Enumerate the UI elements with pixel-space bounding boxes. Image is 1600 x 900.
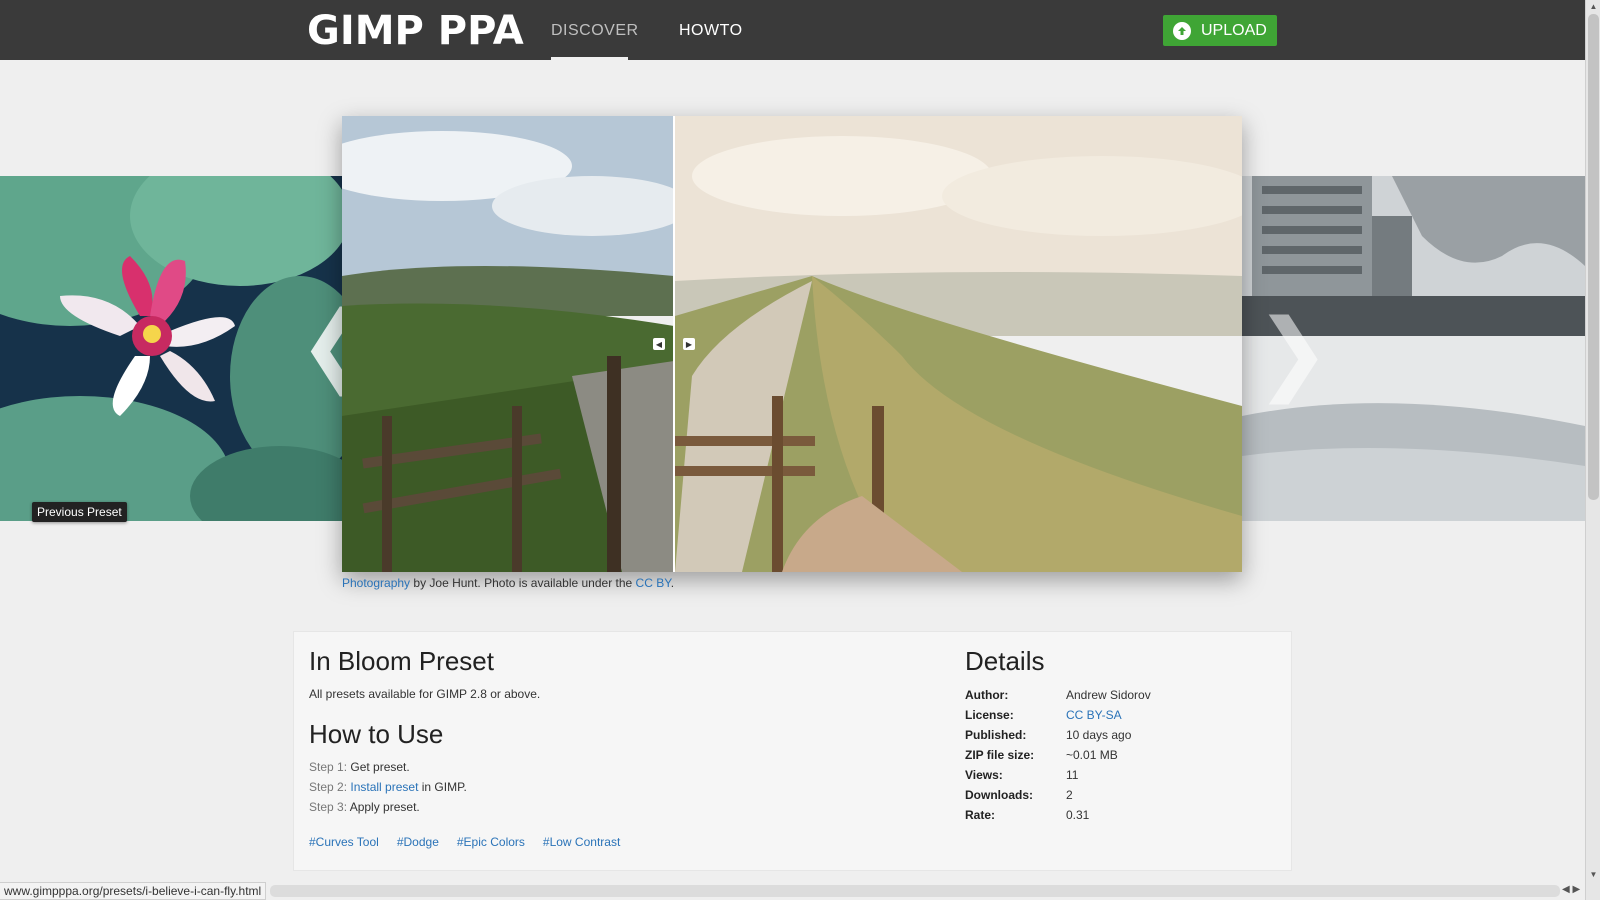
tag-curves-tool[interactable]: #Curves Tool (309, 835, 379, 849)
step-label: Step 2: (309, 780, 348, 794)
step-2: Step 2: Install preset in GIMP. (309, 780, 467, 794)
compare-slider-handle[interactable]: ◀ ▶ (653, 338, 695, 352)
detail-key: Rate: (965, 808, 996, 822)
detail-key: Views: (965, 768, 1003, 782)
tag-epic-colors[interactable]: #Epic Colors (457, 835, 525, 849)
how-to-use-heading: How to Use (309, 719, 444, 749)
step-1: Step 1: Get preset. (309, 760, 410, 774)
status-bar-url: www.gimpppa.org/presets/i-believe-i-can-… (0, 882, 267, 900)
preset-comparison-image[interactable]: ◀ ▶ (342, 116, 1242, 572)
preset-title: In Bloom Preset (309, 646, 494, 676)
detail-views: Views: 11 (965, 765, 1151, 785)
step-3: Step 3: Apply preset. (309, 800, 420, 814)
preset-subtitle: All presets available for GIMP 2.8 or ab… (309, 687, 541, 701)
scroll-down-icon[interactable]: ▼ (1588, 870, 1599, 880)
vertical-scrollbar[interactable]: ▲ ▼ (1585, 0, 1600, 900)
upload-button[interactable]: UPLOAD (1163, 15, 1277, 46)
scroll-up-icon[interactable]: ▲ (1588, 2, 1599, 12)
slide-right-icon[interactable]: ▶ (683, 338, 695, 350)
preset-info-panel: In Bloom Preset All presets available fo… (293, 631, 1292, 871)
detail-value: 10 days ago (1066, 728, 1132, 742)
next-arrow-icon[interactable]: ❯ (1255, 308, 1330, 398)
detail-key: Downloads: (965, 788, 1033, 802)
license-link[interactable]: CC BY-SA (1066, 708, 1122, 722)
detail-key: Author: (965, 688, 1009, 702)
step-text: Get preset. (347, 760, 410, 774)
tag-low-contrast[interactable]: #Low Contrast (543, 835, 620, 849)
detail-downloads: Downloads: 2 (965, 785, 1151, 805)
tag-list: #Curves Tool #Dodge #Epic Colors #Low Co… (309, 835, 620, 849)
caption-end: . (670, 576, 675, 590)
details-heading: Details (965, 646, 1045, 676)
nav-howto[interactable]: HOWTO (679, 22, 743, 40)
step-text: Apply preset. (347, 800, 420, 814)
detail-key: ZIP file size: (965, 748, 1035, 762)
caption-text: by Joe Hunt. Photo is available under th… (410, 576, 636, 590)
tag-dodge[interactable]: #Dodge (397, 835, 439, 849)
step-text-after: in GIMP. (418, 780, 467, 794)
detail-license: License: CC BY-SA (965, 705, 1151, 725)
detail-value: ~0.01 MB (1066, 748, 1118, 762)
detail-key: Published: (965, 728, 1027, 742)
photography-link[interactable]: Photography (342, 576, 410, 590)
detail-key: License: (965, 708, 1014, 722)
detail-value: 2 (1066, 788, 1073, 802)
details-table: Author: Andrew Sidorov License: CC BY-SA… (965, 685, 1151, 825)
slide-left-icon[interactable]: ◀ (653, 338, 665, 350)
previous-preset-image[interactable] (0, 176, 342, 521)
detail-rate: Rate: 0.31 (965, 805, 1151, 825)
tooltip: Previous Preset (32, 502, 127, 522)
horizontal-scrollbar[interactable] (270, 885, 1560, 897)
detail-value: 11 (1066, 768, 1079, 782)
nav-discover[interactable]: DISCOVER (551, 22, 639, 40)
upload-arrow-icon (1173, 21, 1191, 40)
install-preset-link[interactable]: Install preset (350, 780, 418, 794)
photo-caption: Photography by Joe Hunt. Photo is availa… (342, 576, 674, 590)
detail-value: Andrew Sidorov (1066, 688, 1151, 702)
detail-value: 0.31 (1066, 808, 1090, 822)
cc-by-link[interactable]: CC BY (636, 576, 671, 590)
detail-zip-size: ZIP file size: ~0.01 MB (965, 745, 1151, 765)
top-navbar: GIMP PPA DISCOVER HOWTO UPLOAD (0, 0, 1585, 60)
detail-author: Author: Andrew Sidorov (965, 685, 1151, 705)
horizontal-scroll-arrows-icon[interactable]: ◀ ▶ (1562, 884, 1580, 895)
detail-published: Published: 10 days ago (965, 725, 1151, 745)
step-label: Step 1: (309, 760, 348, 774)
upload-label: UPLOAD (1201, 21, 1267, 39)
step-label: Step 3: (309, 800, 348, 814)
active-nav-indicator (551, 57, 628, 60)
site-logo[interactable]: GIMP PPA (307, 8, 524, 54)
vertical-scroll-thumb[interactable] (1588, 14, 1599, 500)
